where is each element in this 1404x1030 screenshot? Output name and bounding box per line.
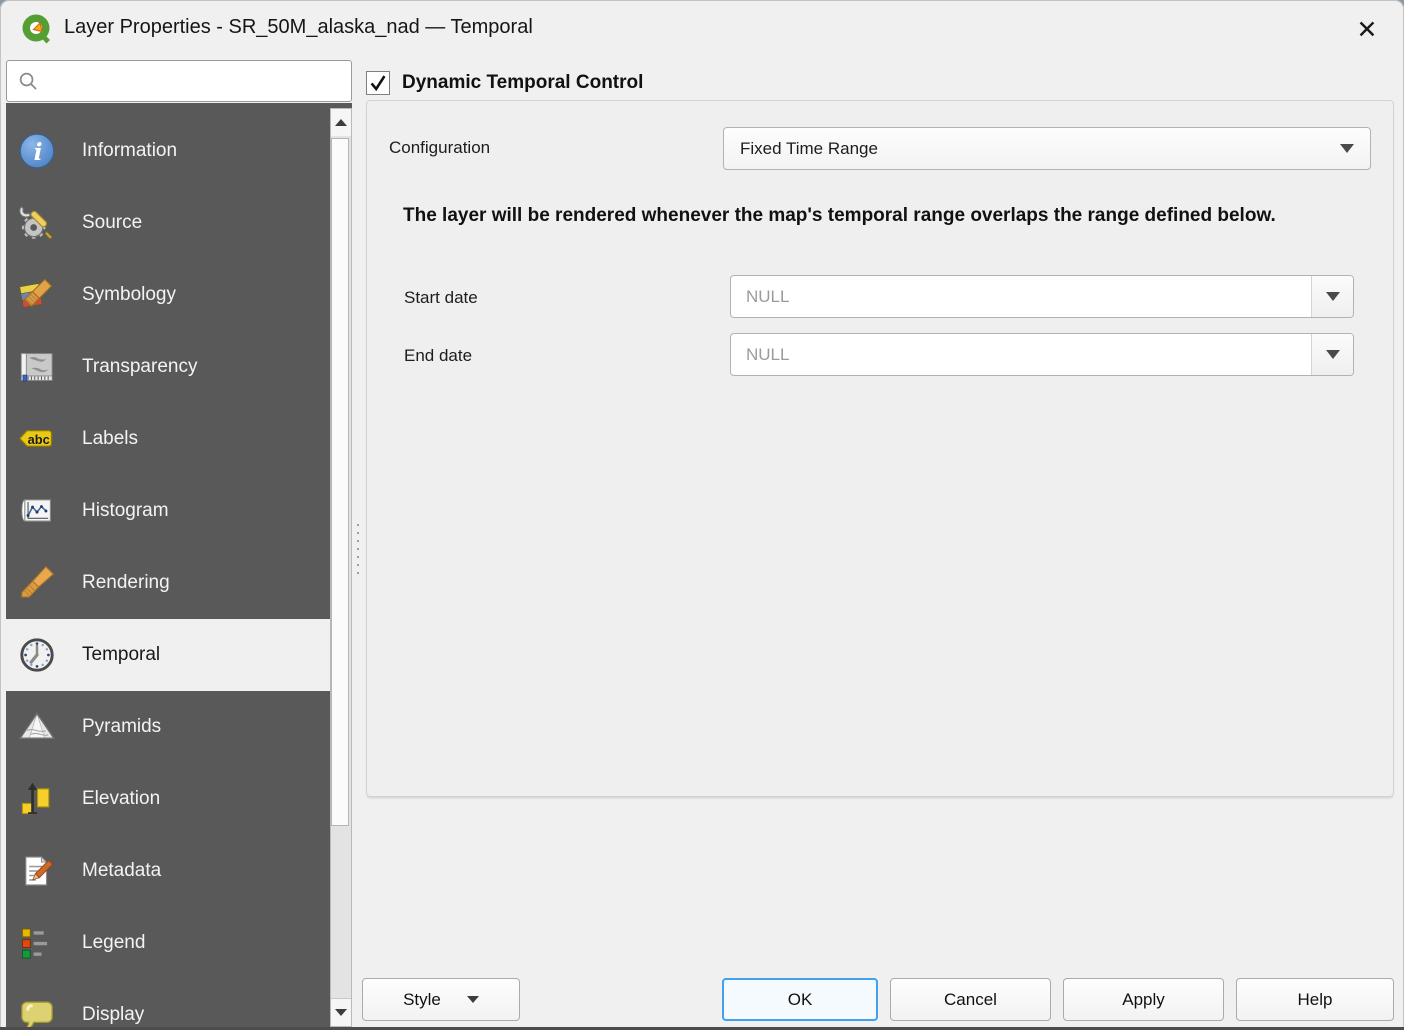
pyramids-icon [18, 708, 56, 746]
legend-icon [18, 924, 56, 962]
sidebar-item-legend[interactable]: Legend [6, 907, 330, 979]
elevation-icon [18, 780, 56, 818]
sidebar-item-rendering[interactable]: Rendering [6, 547, 330, 619]
histogram-icon [18, 492, 56, 530]
sidebar-item-information[interactable]: i Information [6, 115, 330, 187]
cancel-button-label: Cancel [944, 989, 997, 1009]
apply-button[interactable]: Apply [1063, 978, 1224, 1021]
sidebar-item-symbology[interactable]: Symbology [6, 259, 330, 331]
transparency-icon [18, 348, 56, 386]
help-button[interactable]: Help [1236, 978, 1394, 1021]
sidebar-item-elevation[interactable]: Elevation [6, 763, 330, 835]
configuration-label: Configuration [389, 138, 491, 157]
help-button-label: Help [1297, 989, 1333, 1009]
temporal-icon [18, 636, 56, 674]
end-date-dropdown-button[interactable] [1311, 334, 1353, 375]
sidebar-item-transparency[interactable]: Transparency [6, 331, 330, 403]
sidebar-item-temporal[interactable]: Temporal [6, 619, 330, 691]
triangle-down-icon [335, 1009, 347, 1016]
svg-text:i: i [34, 138, 43, 166]
close-icon: ✕ [1356, 15, 1378, 44]
sidebar-list: i Information Source Symbology Transpare… [6, 115, 330, 1027]
end-date-value: NULL [746, 344, 790, 364]
chevron-down-icon [1340, 144, 1354, 153]
dynamic-temporal-control-checkbox[interactable] [366, 71, 390, 95]
temporal-options-group: Configuration Fixed Time Range The layer… [366, 100, 1394, 797]
close-button[interactable]: ✕ [1344, 10, 1390, 50]
sidebar-item-source[interactable]: Source [6, 187, 330, 259]
check-icon [370, 75, 386, 92]
start-date-field[interactable]: NULL [730, 275, 1354, 318]
sidebar-item-histogram[interactable]: Histogram [6, 475, 330, 547]
scroll-up-button[interactable] [331, 109, 351, 137]
panel-splitter-handle[interactable] [354, 524, 362, 574]
configuration-dropdown[interactable]: Fixed Time Range [723, 127, 1371, 170]
start-date-dropdown-button[interactable] [1311, 276, 1353, 317]
svg-text:abc: abc [28, 432, 50, 447]
chevron-down-icon [1325, 292, 1340, 301]
apply-button-label: Apply [1122, 989, 1165, 1009]
display-icon [18, 996, 56, 1027]
ok-button[interactable]: OK [722, 978, 878, 1021]
layer-properties-dialog: Layer Properties - SR_50M_alaska_nad — T… [0, 0, 1404, 1030]
information-icon: i [18, 132, 56, 170]
start-date-label: Start date [404, 288, 478, 307]
ok-button-label: OK [787, 989, 813, 1009]
end-date-label: End date [404, 346, 473, 365]
search-icon [17, 70, 40, 93]
sidebar-item-metadata[interactable]: Metadata [6, 835, 330, 907]
qgis-logo-icon [18, 11, 54, 47]
triangle-up-icon [335, 119, 347, 126]
sidebar-item-pyramids[interactable]: Pyramids [6, 691, 330, 763]
start-date-value: NULL [746, 286, 790, 306]
style-button[interactable]: Style [362, 978, 520, 1021]
symbology-icon [18, 276, 56, 314]
labels-icon: abc [18, 420, 56, 458]
style-button-label: Style [403, 989, 441, 1009]
window-title: Layer Properties - SR_50M_alaska_nad — T… [64, 16, 533, 38]
metadata-icon [18, 852, 56, 890]
dynamic-temporal-control-label[interactable]: Dynamic Temporal Control [402, 72, 643, 94]
search-input[interactable] [40, 66, 351, 96]
cancel-button[interactable]: Cancel [890, 978, 1051, 1021]
scroll-track[interactable] [331, 136, 351, 999]
chevron-down-icon [466, 996, 479, 1003]
chevron-down-icon [1325, 350, 1340, 359]
rendering-icon [18, 564, 56, 602]
source-icon [18, 204, 56, 242]
sidebar-item-display[interactable]: Display [6, 979, 330, 1027]
sidebar-item-labels[interactable]: abc Labels [6, 403, 330, 475]
configuration-value: Fixed Time Range [740, 138, 878, 158]
search-box[interactable] [6, 60, 352, 102]
end-date-field[interactable]: NULL [730, 333, 1354, 376]
title-bar: Layer Properties - SR_50M_alaska_nad — T… [0, 0, 1404, 58]
temporal-description: The layer will be rendered whenever the … [403, 205, 1276, 226]
scroll-thumb[interactable] [331, 138, 349, 826]
properties-nav: i Information Source Symbology Transpare… [6, 103, 352, 1027]
scroll-down-button[interactable] [331, 998, 351, 1026]
sidebar-scrollbar [330, 108, 352, 1027]
